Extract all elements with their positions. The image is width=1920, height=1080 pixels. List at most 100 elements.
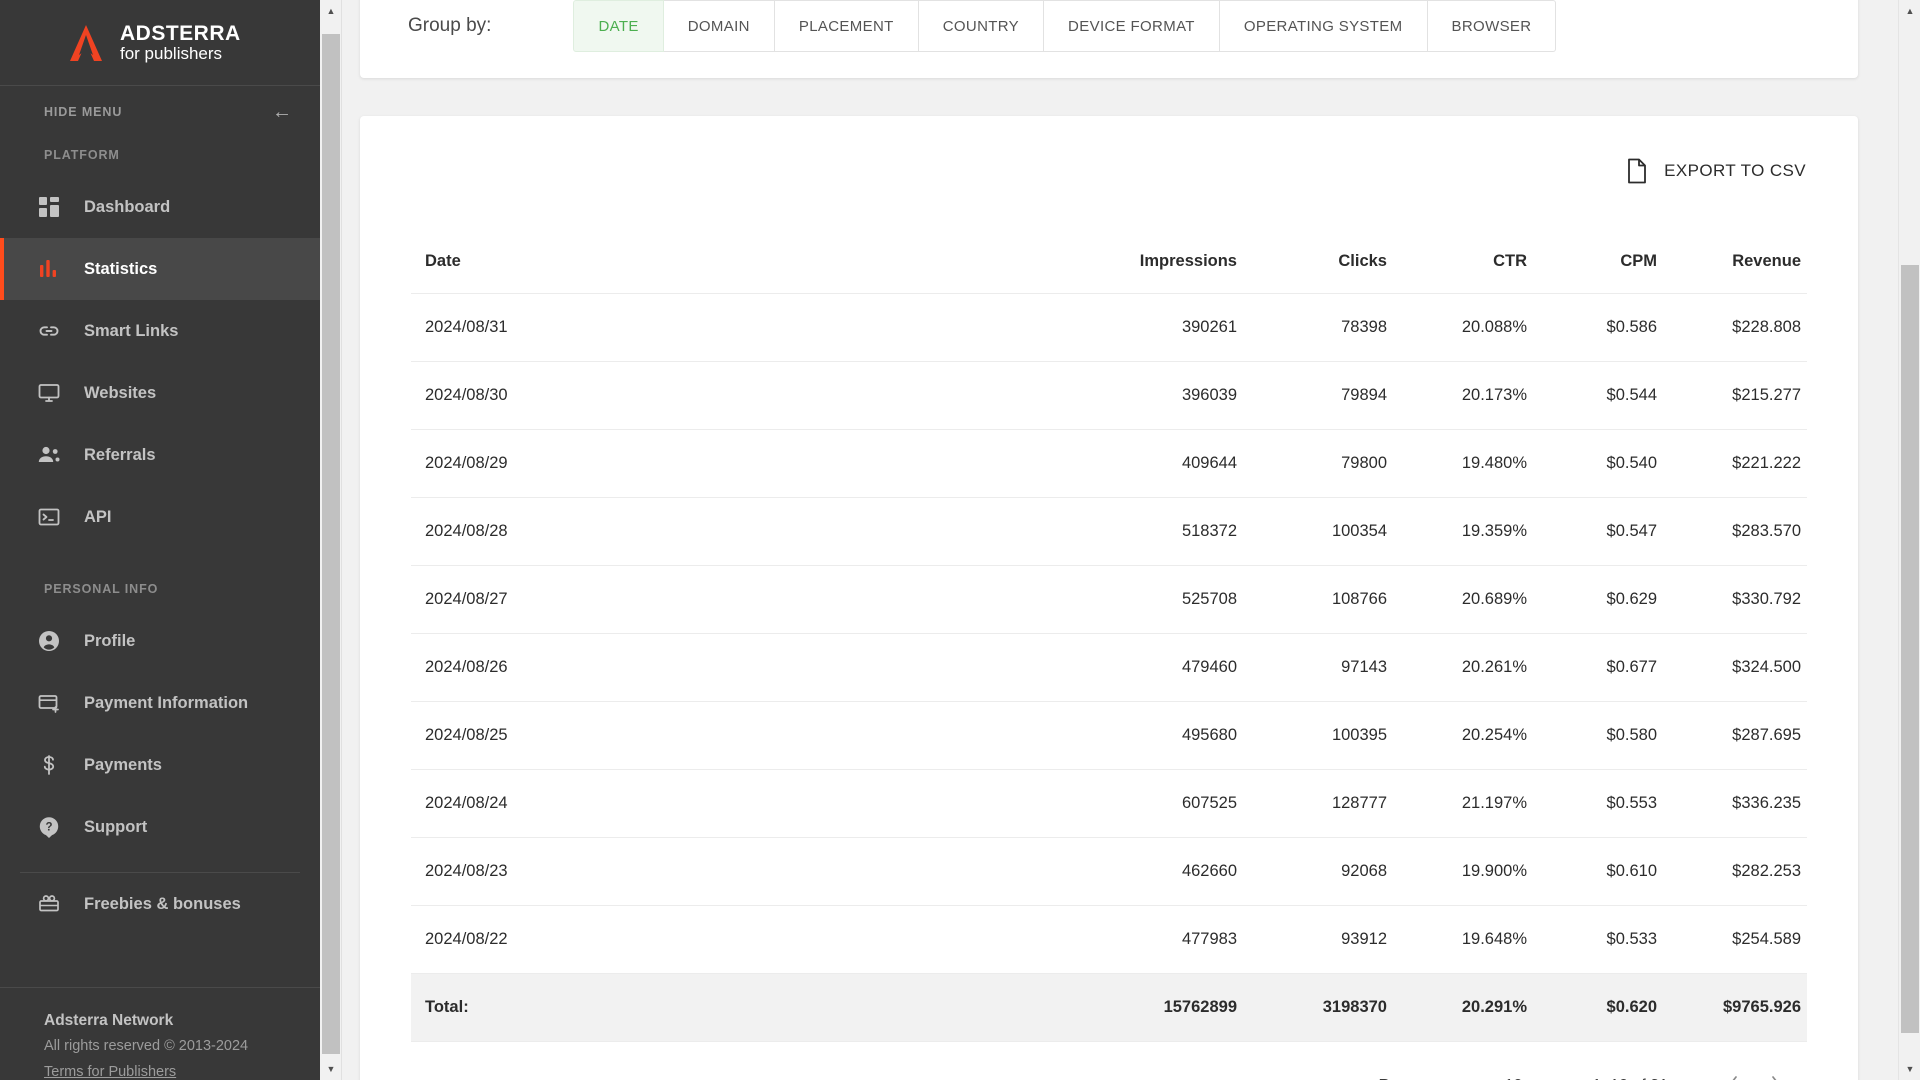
chevron-right-icon [1771,1076,1776,1080]
tab-country[interactable]: COUNTRY [918,0,1045,52]
dollar-icon [36,752,62,778]
tab-operating-system[interactable]: OPERATING SYSTEM [1219,0,1428,52]
cell-impressions: 479460 [1067,633,1237,702]
table-row[interactable]: 2024/08/23 462660 92068 19.900% $0.610 $… [411,837,1807,906]
cell-revenue: $283.570 [1657,497,1807,566]
table-head: Date Impressions Clicks CTR CPM Revenue [411,228,1807,294]
export-to-csv-button[interactable]: EXPORT TO CSV [1626,158,1806,184]
sidebar-item-websites[interactable]: Websites [0,362,320,424]
cell-date: 2024/08/26 [411,633,1067,702]
hide-menu-label: HIDE MENU [44,105,123,119]
terminal-icon [36,504,62,530]
footer-terms-link[interactable]: Terms for Publishers [44,1064,320,1080]
sidebar-item-label: Freebies & bonuses [84,894,241,913]
pagination-next-button[interactable] [1754,1064,1798,1080]
cell-cpm: $0.677 [1527,633,1657,702]
pagination-prev-button[interactable] [1710,1064,1754,1080]
table-row[interactable]: 2024/08/27 525708 108766 20.689% $0.629 … [411,565,1807,634]
cell-clicks: 128777 [1237,769,1387,838]
question-mark-icon: ? [36,814,62,840]
scroll-up-icon[interactable]: ▲ [320,0,342,22]
table-row[interactable]: 2024/08/30 396039 79894 20.173% $0.544 $… [411,361,1807,430]
group-by-panel: Group by: DATE DOMAIN PLACEMENT COUNTRY … [360,0,1858,78]
main-scrollbar[interactable]: ▲ ▼ [1898,0,1920,1080]
scroll-down-icon[interactable]: ▼ [1899,1058,1920,1080]
cell-clicks: 79894 [1237,361,1387,430]
sidebar-item-label: Websites [84,383,157,402]
cell-total-revenue: $9765.926 [1657,973,1807,1042]
cell-date: 2024/08/28 [411,497,1067,566]
cell-date: 2024/08/22 [411,905,1067,974]
tab-browser[interactable]: BROWSER [1427,0,1557,52]
cell-cpm: $0.540 [1527,429,1657,498]
sidebar-item-payments[interactable]: Payments [0,734,320,796]
footer-rights: All rights reserved © 2013-2024 [44,1038,249,1054]
cell-impressions: 607525 [1067,769,1237,838]
hide-menu-button[interactable]: HIDE MENU ← [0,86,320,138]
sidebar-item-dashboard[interactable]: Dashboard [0,176,320,238]
user-circle-icon [36,628,62,654]
sidebar-item-referrals[interactable]: Referrals [0,424,320,486]
app-root: ADSTERRA for publishers HIDE MENU ← PLAT… [0,0,1920,1080]
cell-cpm: $0.610 [1527,837,1657,906]
cell-clicks: 100354 [1237,497,1387,566]
cell-revenue: $282.253 [1657,837,1807,906]
table-body: 2024/08/31 390261 78398 20.088% $0.586 $… [411,293,1807,1042]
cell-ctr: 20.254% [1387,701,1527,770]
sidebar-item-profile[interactable]: Profile [0,610,320,672]
sidebar-item-smart-links[interactable]: Smart Links [0,300,320,362]
table-row[interactable]: 2024/08/24 607525 128777 21.197% $0.553 … [411,769,1807,838]
sidebar-item-label: Statistics [84,259,158,278]
scroll-down-icon[interactable]: ▼ [320,1058,342,1080]
cell-ctr: 20.261% [1387,633,1527,702]
sidebar-item-statistics[interactable]: Statistics [0,238,320,300]
column-header-impressions[interactable]: Impressions [1067,228,1237,294]
sidebar-footer: Adsterra Network All rights reserved © 2… [0,987,320,1080]
cell-clicks: 93912 [1237,905,1387,974]
sidebar-item-payment-information[interactable]: Payment Information [0,672,320,734]
sidebar-item-freebies-bonuses[interactable]: Freebies & bonuses [0,873,320,935]
cell-total-ctr: 20.291% [1387,973,1527,1042]
column-header-date[interactable]: Date [411,228,1067,294]
chevron-left-icon [1732,1076,1737,1080]
cell-revenue: $254.589 [1657,905,1807,974]
sidebar-scrollbar-thumb[interactable] [322,34,340,1054]
main-scrollbar-thumb[interactable] [1901,265,1919,1033]
table-row[interactable]: 2024/08/31 390261 78398 20.088% $0.586 $… [411,293,1807,362]
table-row[interactable]: 2024/08/22 477983 93912 19.648% $0.533 $… [411,905,1807,974]
column-header-cpm[interactable]: CPM [1527,228,1657,294]
table-row[interactable]: 2024/08/29 409644 79800 19.480% $0.540 $… [411,429,1807,498]
cell-revenue: $221.222 [1657,429,1807,498]
table-row[interactable]: 2024/08/28 518372 100354 19.359% $0.547 … [411,497,1807,566]
arrow-left-icon: ← [272,101,292,123]
sidebar-item-label: Dashboard [84,197,171,216]
cell-ctr: 19.900% [1387,837,1527,906]
sidebar-item-api[interactable]: API [0,486,320,548]
tab-domain[interactable]: DOMAIN [663,0,775,52]
cell-ctr: 21.197% [1387,769,1527,838]
sidebar-item-support[interactable]: ? Support [0,796,320,858]
column-header-clicks[interactable]: Clicks [1237,228,1387,294]
cell-total-clicks: 3198370 [1237,973,1387,1042]
table-row[interactable]: 2024/08/26 479460 97143 20.261% $0.677 $… [411,633,1807,702]
people-icon [36,442,62,468]
sidebar-item-label: Profile [84,631,136,650]
cell-impressions: 477983 [1067,905,1237,974]
column-header-ctr[interactable]: CTR [1387,228,1527,294]
brand-logo-area[interactable]: ADSTERRA for publishers [0,0,320,86]
column-header-revenue[interactable]: Revenue [1657,228,1807,294]
cell-impressions: 462660 [1067,837,1237,906]
table-row[interactable]: 2024/08/25 495680 100395 20.254% $0.580 … [411,701,1807,770]
tab-device-format[interactable]: DEVICE FORMAT [1044,0,1220,52]
pagination: Rows per page: 10 1–10 of 31 [360,1042,1858,1080]
tab-placement[interactable]: PLACEMENT [774,0,919,52]
cell-cpm: $0.553 [1527,769,1657,838]
scroll-up-icon[interactable]: ▲ [1899,0,1920,22]
sidebar-item-label: API [84,507,112,526]
cell-ctr: 19.648% [1387,905,1527,974]
sidebar-item-label: Support [84,817,148,836]
sidebar-item-label: Smart Links [84,321,179,340]
sidebar-scrollbar[interactable]: ▲ ▼ [320,0,342,1080]
export-to-csv-label: EXPORT TO CSV [1664,161,1806,180]
tab-date[interactable]: DATE [573,0,664,52]
